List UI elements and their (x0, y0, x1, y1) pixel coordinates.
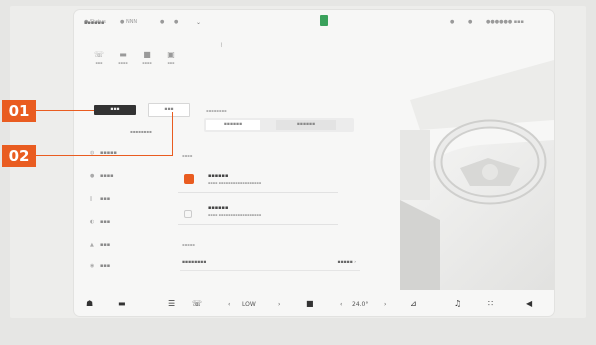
infotainment-screen: ● Status ● NNN ● ● ● ● ●●●●●● ▪▪▪ ▪▪▪▪▪▪… (74, 10, 554, 316)
temp-increase-icon[interactable]: › (384, 301, 386, 308)
mode-tabs: ▪▪▪▪▪▪ ▪▪▪▪▪▪ (204, 118, 354, 132)
mode-button-secondary[interactable]: ▪▪▪ (148, 103, 190, 117)
callout-02: 02 (2, 145, 36, 167)
seat-icon[interactable]: ▣ ▪▪▪ (160, 50, 182, 65)
nav-item[interactable]: ◉ ▪▪▪ (90, 263, 180, 275)
tab-caption: ▪▪▪▪▪▪▪▪ (206, 108, 227, 113)
nav-icon: ∥ (90, 196, 93, 202)
climate-icon[interactable]: ■ (306, 299, 314, 308)
tab-first[interactable]: ▪▪▪▪▪▪ (206, 120, 260, 130)
bottom-dock: ☗ ▬ ☰ ☏ ‹ LOW › ■ ‹ 24.0° › ⊿ ♫ ∷ ◀ (74, 296, 554, 316)
apps-icon[interactable]: ∷ (488, 299, 493, 308)
home-icon[interactable]: ☗ (86, 299, 93, 308)
screen-icon[interactable]: ■ ▪▪▪▪ (136, 50, 158, 65)
music-icon[interactable]: ♫ (454, 299, 461, 308)
shortcut-label: ▪▪▪ (95, 61, 103, 65)
callout-02-leader (36, 155, 172, 156)
car-icon[interactable]: ▬ (118, 299, 126, 308)
nav-item[interactable]: ◐ ▪▪▪ (90, 219, 180, 231)
shortcut-label: ▪▪▪ (167, 61, 175, 65)
shortcut-label: ▪▪▪▪ (118, 61, 128, 65)
status-item: ● (468, 19, 473, 25)
sub-label: ▪▪▪▪▪▪▪▪ (130, 129, 152, 134)
card-description: ▪▪▪▪ ▪▪▪▪▪▪▪▪▪▪▪▪▪▪▪▪▪▪ (208, 213, 262, 217)
nav-item[interactable]: ● ▪▪▪▪ (90, 173, 180, 185)
section-caption: ▪▪▪▪ (182, 153, 193, 158)
card-description: ▪▪▪▪ ▪▪▪▪▪▪▪▪▪▪▪▪▪▪▪▪▪▪ (208, 181, 262, 185)
nav-item[interactable]: ∥ ▪▪▪ (90, 196, 180, 208)
brand-logo-icon (320, 15, 328, 26)
nav-item[interactable]: ◍ ▪▪▪▪▪ (90, 150, 180, 162)
toggle-icon[interactable] (184, 210, 192, 218)
tab-second[interactable]: ▪▪▪▪▪▪ (276, 120, 336, 130)
nav-icon: ● (90, 173, 95, 179)
card-title: ▪▪▪▪▪▪ (208, 205, 229, 211)
card-title: ▪▪▪▪▪▪ (208, 173, 229, 179)
nav-icon: ◐ (90, 219, 95, 225)
row-value: ▪▪▪▪▪ › (337, 260, 356, 265)
callout-02-leader-vertical (172, 112, 173, 156)
car-interior-illustration (400, 60, 554, 290)
status-clock: ●●●●●● ▪▪▪ (486, 19, 524, 25)
phone-icon[interactable]: ☏ ▪▪▪ (88, 50, 110, 65)
option-card[interactable]: ▪▪▪▪▪▪ ▪▪▪▪ ▪▪▪▪▪▪▪▪▪▪▪▪▪▪▪▪▪▪ (178, 200, 338, 225)
mode-button-primary[interactable]: ▪▪▪ (94, 105, 136, 115)
chevron-down-icon: ⌄ (196, 19, 202, 26)
fan-increase-icon[interactable]: › (278, 301, 280, 308)
seat-heat-icon[interactable]: ⊿ (410, 299, 417, 308)
shortcut-label: ▪▪▪▪ (142, 61, 152, 65)
option-card[interactable]: ▪▪▪▪▪▪ ▪▪▪▪ ▪▪▪▪▪▪▪▪▪▪▪▪▪▪▪▪▪▪ (178, 168, 338, 193)
volume-icon[interactable]: ◀ (526, 299, 532, 308)
temp-decrease-icon[interactable]: ‹ (340, 301, 342, 308)
nav-item[interactable]: ▲ ▪▪▪ (90, 242, 180, 254)
profile-selector[interactable]: ▪▪▪▪▪▪ ⌄ (84, 18, 202, 30)
nav-icon: ▲ (90, 242, 94, 248)
car-icon[interactable]: ▬ ▪▪▪▪ (112, 50, 134, 65)
callout-01: 01 (2, 100, 36, 122)
phone-icon[interactable]: ☏ (192, 299, 202, 308)
callout-01-leader (36, 110, 94, 111)
row-caption: ▪▪▪▪▪ (182, 242, 195, 247)
settings-row[interactable]: ▪▪▪▪▪▪▪▪ ▪▪▪▪▪ › (180, 258, 360, 271)
status-item: ● (450, 19, 455, 25)
row-label: ▪▪▪▪▪▪▪▪ (182, 260, 207, 265)
temperature-value: 24.0° (352, 301, 369, 308)
nav-icon: ◉ (90, 263, 95, 269)
fan-decrease-icon[interactable]: ‹ (228, 301, 230, 308)
fan-speed: LOW (242, 301, 256, 308)
profile-selector-value: ▪▪▪▪▪▪ (84, 20, 105, 26)
toggle-icon[interactable] (184, 174, 194, 184)
wifi-icon[interactable]: ⌇ (220, 42, 223, 49)
menu-icon[interactable]: ☰ (168, 299, 175, 308)
